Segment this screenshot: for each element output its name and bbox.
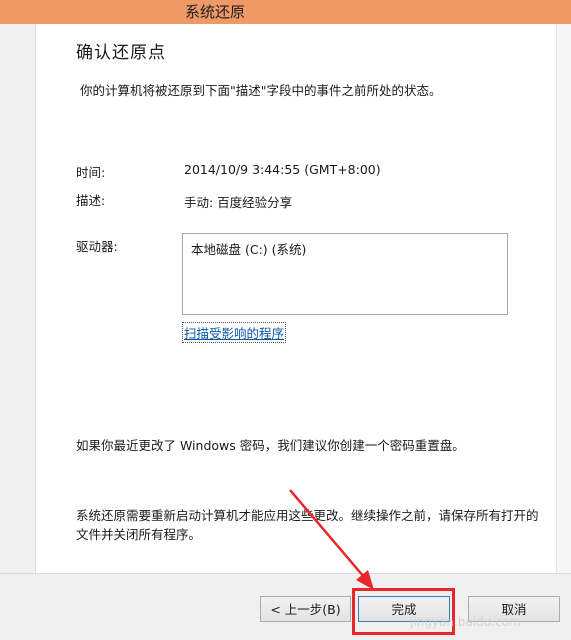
restart-note: 系统还原需要重新启动计算机才能应用这些更改。继续操作之前，请保存所有打开的文件并… — [76, 508, 539, 542]
drives-label: 驱动器: — [76, 239, 118, 254]
left-divider — [35, 24, 36, 573]
time-value: 2014/10/9 3:44:55 (GMT+8:00) — [184, 162, 381, 177]
scan-affected-programs-link[interactable]: 扫描受影响的程序 — [182, 322, 287, 343]
list-item[interactable]: 本地磁盘 (C:) (系统) — [191, 239, 306, 258]
description-value: 手动: 百度经验分享 — [184, 195, 293, 210]
title-bar[interactable]: 系统还原 — [0, 0, 571, 24]
password-reset-note: 如果你最近更改了 Windows 密码，我们建议你创建一个密码重置盘。 — [76, 438, 465, 453]
finish-button[interactable]: 完成 — [358, 596, 450, 622]
system-restore-window: 系统还原 确认还原点 你的计算机将被还原到下面"描述"字段中的事件之前所处的状态… — [0, 0, 571, 640]
drives-list[interactable]: 本地磁盘 (C:) (系统) — [182, 233, 508, 315]
time-label: 时间: — [76, 165, 106, 180]
back-button[interactable]: < 上一步(B) — [260, 596, 351, 622]
left-side-panel — [0, 24, 35, 573]
cancel-button[interactable]: 取消 — [468, 596, 560, 622]
description-label: 描述: — [76, 193, 106, 208]
page-title: 确认还原点 — [76, 43, 166, 63]
right-side-panel — [556, 24, 571, 573]
page-description: 你的计算机将被还原到下面"描述"字段中的事件之前所处的状态。 — [80, 83, 442, 98]
window-title: 系统还原 — [184, 3, 245, 21]
